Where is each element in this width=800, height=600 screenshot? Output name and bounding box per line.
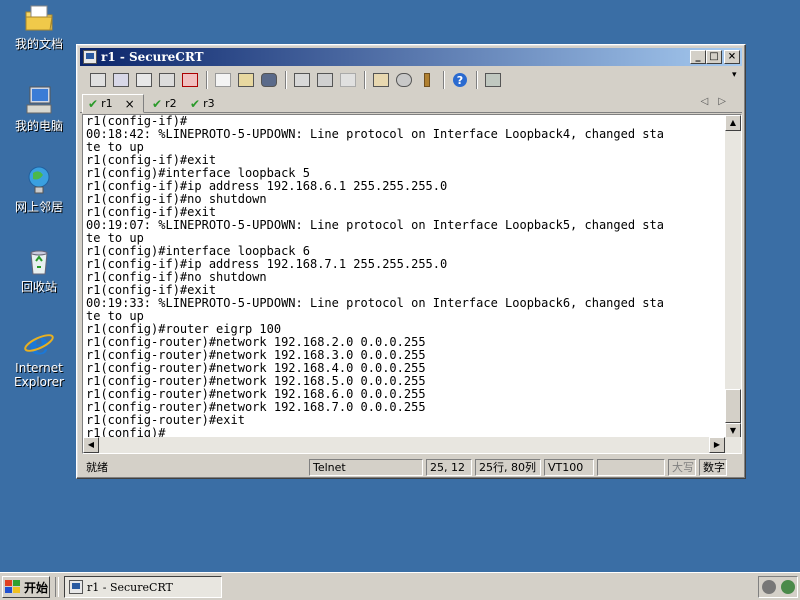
paste-icon[interactable] (235, 70, 257, 90)
terminal-line: 00:18:42: %LINEPROTO-5-UPDOWN: Line prot… (86, 127, 664, 141)
toolbar: ? ▾ (82, 68, 740, 92)
title-bar[interactable]: r1 - SecureCRT _ □ × (80, 48, 742, 66)
session-tabs: ✔ r1 × ✔ r2 ✔ r3 ◁▷ (80, 93, 742, 113)
toolbar-separator (364, 71, 366, 89)
terminal-line: 00:19:33: %LINEPROTO-5-UPDOWN: Line prot… (86, 296, 664, 310)
tab-label: r3 (203, 97, 215, 110)
toolbar-separator (476, 71, 478, 89)
window-title: r1 - SecureCRT (101, 50, 204, 64)
desktop-icon-recycle-bin[interactable]: 回收站 (6, 245, 72, 294)
global-options-icon[interactable] (393, 70, 415, 90)
taskbar-button-securecrt[interactable]: r1 - SecureCRT (64, 576, 222, 598)
status-blank (597, 459, 665, 476)
connected-check-icon: ✔ (88, 96, 99, 111)
tab-r1[interactable]: ✔ r1 × (82, 94, 144, 113)
find-icon[interactable] (258, 70, 280, 90)
connected-check-icon: ✔ (190, 96, 201, 111)
quick-connect-icon[interactable] (110, 70, 132, 90)
vertical-scrollbar[interactable]: ▲ ▼ (725, 115, 741, 439)
desktop-icon-label: 网上邻居 (14, 200, 63, 214)
start-label: 开始 (24, 580, 49, 595)
status-emulation: VT100 (544, 459, 594, 476)
securecrt-app-icon (83, 50, 97, 64)
connect-icon[interactable] (87, 70, 109, 90)
network-icon (23, 165, 55, 197)
tray-settings-icon[interactable] (761, 580, 776, 594)
keymap-icon[interactable] (416, 70, 438, 90)
scroll-left-icon[interactable]: ◀ (83, 437, 99, 453)
scroll-up-icon[interactable]: ▲ (725, 115, 741, 131)
status-ready: 就绪 (86, 461, 108, 474)
print-setup-icon[interactable] (337, 70, 359, 90)
system-tray (758, 576, 798, 598)
status-bar: 就绪 Telnet 25, 12 25行, 80列 VT100 大写 数字 (80, 458, 744, 477)
toolbar-separator (285, 71, 287, 89)
desktop-icon-my-computer[interactable]: 我的电脑 (6, 84, 72, 133)
desktop-icon-network[interactable]: 网上邻居 (6, 165, 72, 214)
desktop-icon-label: 我的电脑 (14, 119, 63, 133)
toolbar-separator (443, 71, 445, 89)
taskbar-separator (55, 577, 59, 597)
folder-icon (23, 2, 55, 34)
print-icon[interactable] (291, 70, 313, 90)
desktop-icon-label: 我的文档 (14, 37, 63, 51)
desktop-icon-label: 回收站 (20, 280, 57, 294)
terminal-output[interactable]: r1(config-if)# 00:18:42: %LINEPROTO-5-UPD… (83, 115, 726, 439)
tray-network-icon[interactable] (780, 580, 795, 594)
terminal-frame: r1(config-if)# 00:18:42: %LINEPROTO-5-UPD… (82, 114, 742, 454)
desktop-icon-internet-explorer[interactable]: e Internet Explorer (6, 324, 72, 389)
terminal-line: r1(config-router)#exit (86, 413, 245, 427)
connect-in-tab-icon[interactable] (133, 70, 155, 90)
toolbar-overflow-icon[interactable]: ▾ (732, 70, 740, 88)
tab-label: r2 (165, 97, 177, 110)
securecrt-window: r1 - SecureCRT _ □ × ? ▾ ✔ r1 × ✔ r2 ✔ r… (76, 44, 746, 479)
horizontal-scrollbar[interactable]: ◀ ▶ (83, 437, 741, 453)
recycle-bin-icon (23, 245, 55, 277)
maximize-button[interactable]: □ (706, 50, 722, 64)
terminal-line: 00:19:07: %LINEPROTO-5-UPDOWN: Line prot… (86, 218, 664, 232)
start-button[interactable]: 开始 (2, 576, 50, 598)
windows-logo-icon (5, 580, 21, 594)
desktop-icon-my-documents[interactable]: 我的文档 (6, 2, 72, 51)
status-cursor-position: 25, 12 (426, 459, 472, 476)
close-button[interactable]: × (724, 50, 740, 64)
tab-scroll-arrows[interactable]: ◁▷ (701, 96, 736, 107)
copy-icon[interactable] (212, 70, 234, 90)
status-num-lock: 数字 (699, 459, 727, 476)
connected-check-icon: ✔ (152, 96, 163, 111)
status-protocol: Telnet (309, 459, 423, 476)
desktop-icon-label: Internet Explorer (14, 361, 64, 389)
securecrt-app-icon (69, 580, 83, 594)
vertical-scroll-thumb[interactable] (725, 389, 741, 423)
session-options-icon[interactable] (370, 70, 392, 90)
computer-icon (23, 84, 55, 116)
tab-close-icon[interactable]: × (125, 97, 135, 111)
disconnect-icon[interactable] (179, 70, 201, 90)
tab-r2[interactable]: ✔ r2 (152, 94, 177, 113)
internet-explorer-icon: e (23, 324, 55, 362)
taskbar: 开始 r1 - SecureCRT (0, 572, 800, 600)
tab-r3[interactable]: ✔ r3 (190, 94, 215, 113)
print-selection-icon[interactable] (314, 70, 336, 90)
tab-label: r1 (101, 97, 113, 110)
toolbar-separator (206, 71, 208, 89)
sftp-icon[interactable] (482, 70, 504, 90)
status-caps-lock: 大写 (668, 459, 696, 476)
svg-text:?: ? (457, 74, 463, 87)
minimize-button[interactable]: _ (690, 50, 706, 64)
scroll-right-icon[interactable]: ▶ (709, 437, 725, 453)
status-terminal-size: 25行, 80列 (475, 459, 541, 476)
help-icon[interactable]: ? (449, 70, 471, 90)
reconnect-icon[interactable] (156, 70, 178, 90)
taskbar-button-label: r1 - SecureCRT (87, 580, 173, 594)
